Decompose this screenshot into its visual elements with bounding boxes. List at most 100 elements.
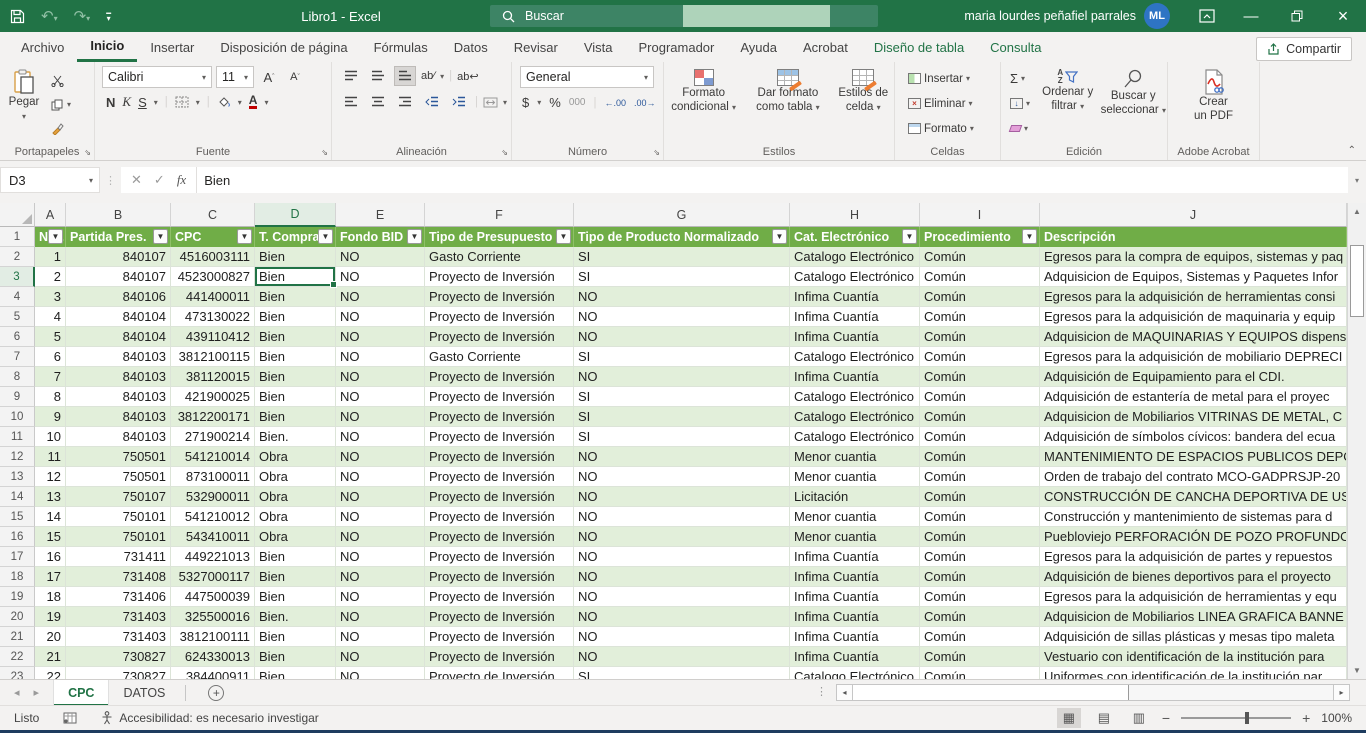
cell-H2[interactable]: Catalogo Electrónico bbox=[790, 247, 920, 267]
cell-B18[interactable]: 731408 bbox=[66, 567, 171, 587]
percent-format-icon[interactable]: % bbox=[549, 95, 561, 110]
table-header-cat-electr-nico[interactable]: Cat. Electrónico▼ bbox=[790, 227, 920, 247]
cell-B21[interactable]: 731403 bbox=[66, 627, 171, 647]
sheet-tab-cpc[interactable]: CPC bbox=[53, 680, 109, 706]
row-header-2[interactable]: 2 bbox=[0, 247, 35, 267]
tab-insertar[interactable]: Insertar bbox=[137, 32, 207, 62]
cell-A10[interactable]: 9 bbox=[35, 407, 66, 427]
filter-button-fondo-bid[interactable]: ▼ bbox=[407, 229, 422, 244]
cell-C10[interactable]: 3812200171 bbox=[171, 407, 255, 427]
cell-A18[interactable]: 17 bbox=[35, 567, 66, 587]
cell-D17[interactable]: Bien bbox=[255, 547, 336, 567]
scroll-up-icon[interactable]: ▲ bbox=[1348, 203, 1366, 220]
cell-J18[interactable]: Adquisición de bienes deportivos para el… bbox=[1040, 567, 1347, 587]
vertical-scrollbar[interactable]: ▲ ▼ bbox=[1347, 203, 1366, 679]
cell-C16[interactable]: 543410011 bbox=[171, 527, 255, 547]
cell-H20[interactable]: Infima Cuantía bbox=[790, 607, 920, 627]
cell-F3[interactable]: Proyecto de Inversión bbox=[425, 267, 574, 287]
cell-I2[interactable]: Común bbox=[920, 247, 1040, 267]
cell-I22[interactable]: Común bbox=[920, 647, 1040, 667]
avatar[interactable]: ML bbox=[1144, 3, 1170, 29]
cell-J19[interactable]: Egresos para la adquisición de herramien… bbox=[1040, 587, 1347, 607]
select-all-corner[interactable] bbox=[0, 203, 35, 227]
cell-E21[interactable]: NO bbox=[336, 627, 425, 647]
cell-A13[interactable]: 12 bbox=[35, 467, 66, 487]
cell-I14[interactable]: Común bbox=[920, 487, 1040, 507]
font-size-select[interactable]: 11▾ bbox=[216, 66, 254, 88]
cell-F8[interactable]: Proyecto de Inversión bbox=[425, 367, 574, 387]
cell-E3[interactable]: NO bbox=[336, 267, 425, 287]
cell-G2[interactable]: SI bbox=[574, 247, 790, 267]
tab-dise-o-de-tabla[interactable]: Diseño de tabla bbox=[861, 32, 977, 62]
cell-G7[interactable]: SI bbox=[574, 347, 790, 367]
cell-D18[interactable]: Bien bbox=[255, 567, 336, 587]
cell-J2[interactable]: Egresos para la compra de equipos, siste… bbox=[1040, 247, 1347, 267]
increase-decimal-icon[interactable]: ←.00 bbox=[605, 98, 627, 108]
cell-I4[interactable]: Común bbox=[920, 287, 1040, 307]
cell-D19[interactable]: Bien bbox=[255, 587, 336, 607]
format-painter-button[interactable] bbox=[48, 118, 74, 139]
number-format-select[interactable]: General▾ bbox=[520, 66, 654, 88]
cell-C21[interactable]: 3812100111 bbox=[171, 627, 255, 647]
cell-H3[interactable]: Catalogo Electrónico bbox=[790, 267, 920, 287]
table-header-tipo-de-presupuesto[interactable]: Tipo de Presupuesto▼ bbox=[425, 227, 574, 247]
cell-I15[interactable]: Común bbox=[920, 507, 1040, 527]
cell-B6[interactable]: 840104 bbox=[66, 327, 171, 347]
cell-G20[interactable]: NO bbox=[574, 607, 790, 627]
cell-E8[interactable]: NO bbox=[336, 367, 425, 387]
orientation-icon[interactable]: ab∕ bbox=[421, 70, 435, 82]
cell-A21[interactable]: 20 bbox=[35, 627, 66, 647]
new-sheet-button[interactable]: + bbox=[208, 685, 224, 701]
tab-scroll-splitter[interactable]: ⋮ bbox=[816, 685, 827, 698]
cell-F10[interactable]: Proyecto de Inversión bbox=[425, 407, 574, 427]
cell-B15[interactable]: 750101 bbox=[66, 507, 171, 527]
cell-E10[interactable]: NO bbox=[336, 407, 425, 427]
row-header-20[interactable]: 20 bbox=[0, 607, 35, 627]
cell-G6[interactable]: NO bbox=[574, 327, 790, 347]
cell-J23[interactable]: Uniformes con identificación de la insti… bbox=[1040, 667, 1347, 679]
cell-G22[interactable]: NO bbox=[574, 647, 790, 667]
cell-C15[interactable]: 541210012 bbox=[171, 507, 255, 527]
column-header-I[interactable]: I bbox=[920, 203, 1040, 227]
cell-D20[interactable]: Bien. bbox=[255, 607, 336, 627]
row-header-8[interactable]: 8 bbox=[0, 367, 35, 387]
cell-D5[interactable]: Bien bbox=[255, 307, 336, 327]
cell-H23[interactable]: Catalogo Electrónico bbox=[790, 667, 920, 679]
cell-I6[interactable]: Común bbox=[920, 327, 1040, 347]
fill-color-icon[interactable] bbox=[217, 96, 231, 108]
restore-button[interactable] bbox=[1274, 0, 1320, 32]
filter-button-nro[interactable]: ▼ bbox=[48, 229, 63, 244]
cell-F16[interactable]: Proyecto de Inversión bbox=[425, 527, 574, 547]
cell-J16[interactable]: Puebloviejo PERFORACIÓN DE POZO PROFUNDO… bbox=[1040, 527, 1347, 547]
row-header-9[interactable]: 9 bbox=[0, 387, 35, 407]
cell-E7[interactable]: NO bbox=[336, 347, 425, 367]
row-header-21[interactable]: 21 bbox=[0, 627, 35, 647]
cell-H7[interactable]: Catalogo Electrónico bbox=[790, 347, 920, 367]
scroll-down-icon[interactable]: ▼ bbox=[1348, 662, 1366, 679]
column-header-A[interactable]: A bbox=[35, 203, 66, 227]
cell-G13[interactable]: NO bbox=[574, 467, 790, 487]
cell-D16[interactable]: Obra bbox=[255, 527, 336, 547]
cell-F14[interactable]: Proyecto de Inversión bbox=[425, 487, 574, 507]
cell-G10[interactable]: SI bbox=[574, 407, 790, 427]
cell-J15[interactable]: Construcción y mantenimiento de sistemas… bbox=[1040, 507, 1347, 527]
column-header-E[interactable]: E bbox=[336, 203, 425, 227]
cell-A6[interactable]: 5 bbox=[35, 327, 66, 347]
tab-acrobat[interactable]: Acrobat bbox=[790, 32, 861, 62]
cell-C20[interactable]: 325500016 bbox=[171, 607, 255, 627]
cell-A23[interactable]: 22 bbox=[35, 667, 66, 679]
cell-D21[interactable]: Bien bbox=[255, 627, 336, 647]
row-header-17[interactable]: 17 bbox=[0, 547, 35, 567]
cell-B8[interactable]: 840103 bbox=[66, 367, 171, 387]
cell-J9[interactable]: Adquisición de estantería de metal para … bbox=[1040, 387, 1347, 407]
cell-C8[interactable]: 381120015 bbox=[171, 367, 255, 387]
cell-B2[interactable]: 840107 bbox=[66, 247, 171, 267]
tab-consulta[interactable]: Consulta bbox=[977, 32, 1054, 62]
cell-D8[interactable]: Bien bbox=[255, 367, 336, 387]
row-header-14[interactable]: 14 bbox=[0, 487, 35, 507]
collapse-ribbon-icon[interactable]: ⌃ bbox=[1348, 145, 1356, 156]
page-layout-view-icon[interactable]: ▤ bbox=[1092, 708, 1116, 728]
filter-button-cpc[interactable]: ▼ bbox=[237, 229, 252, 244]
cell-E19[interactable]: NO bbox=[336, 587, 425, 607]
zoom-slider-thumb[interactable] bbox=[1245, 712, 1249, 724]
